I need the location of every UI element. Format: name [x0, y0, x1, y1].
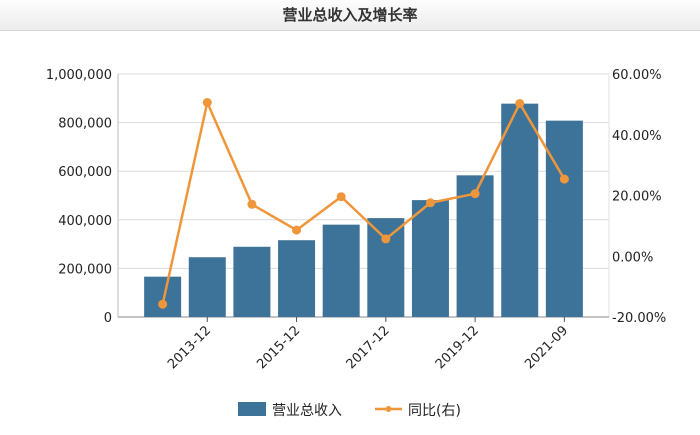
growth-rate-point	[158, 299, 168, 309]
x-axis-tick-label: 2013-12	[165, 323, 214, 372]
growth-rate-point	[336, 192, 346, 202]
growth-rate-point	[559, 174, 569, 184]
revenue-bar	[501, 103, 539, 317]
revenue-growth-chart: 0 200,000 400,000 600,000 800,000 1,000,000 -2…	[46, 68, 666, 419]
left-axis-tick-label: 200,000	[58, 262, 112, 277]
revenue-bar	[411, 200, 449, 317]
left-axis-tick-label: 0	[104, 311, 112, 326]
revenue-bar	[545, 120, 583, 317]
revenue-bar	[322, 224, 360, 317]
legend-label-growth: 同比(右)	[408, 403, 461, 419]
x-axis-tick-label: 2017-12	[344, 323, 393, 372]
growth-rate-point	[202, 98, 212, 108]
right-axis-tick-label: 60.00%	[612, 68, 662, 83]
revenue-bar	[367, 218, 405, 317]
left-axis-tick-label: 600,000	[58, 165, 112, 180]
growth-rate-point	[292, 225, 302, 235]
x-axis-tick-label: 2021-09	[522, 323, 571, 372]
revenue-bar	[144, 276, 182, 317]
growth-rate-point	[247, 199, 257, 209]
growth-rate-point	[425, 198, 435, 208]
x-axis-tick-label: 2015-12	[254, 323, 303, 372]
left-axis-tick-label: 800,000	[58, 117, 112, 132]
right-axis-tick-label: 20.00%	[612, 190, 662, 205]
right-axis-tick-label: 0.00%	[612, 250, 653, 265]
revenue-bar	[188, 257, 226, 317]
legend-swatch-growth-marker	[385, 406, 392, 412]
revenue-bar	[278, 240, 316, 317]
right-axis-tick-label: -20.00%	[612, 311, 666, 326]
x-axis-tick-label: 2019-12	[433, 323, 482, 372]
growth-rate-point	[515, 98, 525, 108]
left-axis-tick-label: 1,000,000	[46, 68, 112, 83]
right-axis-tick-label: 40.00%	[612, 129, 662, 144]
growth-rate-point	[470, 189, 480, 199]
left-axis-tick-label: 400,000	[58, 214, 112, 229]
legend-swatch-revenue	[238, 402, 266, 416]
growth-rate-point	[381, 234, 391, 244]
revenue-bar	[233, 246, 271, 317]
legend-label-revenue: 营业总收入	[272, 403, 342, 419]
